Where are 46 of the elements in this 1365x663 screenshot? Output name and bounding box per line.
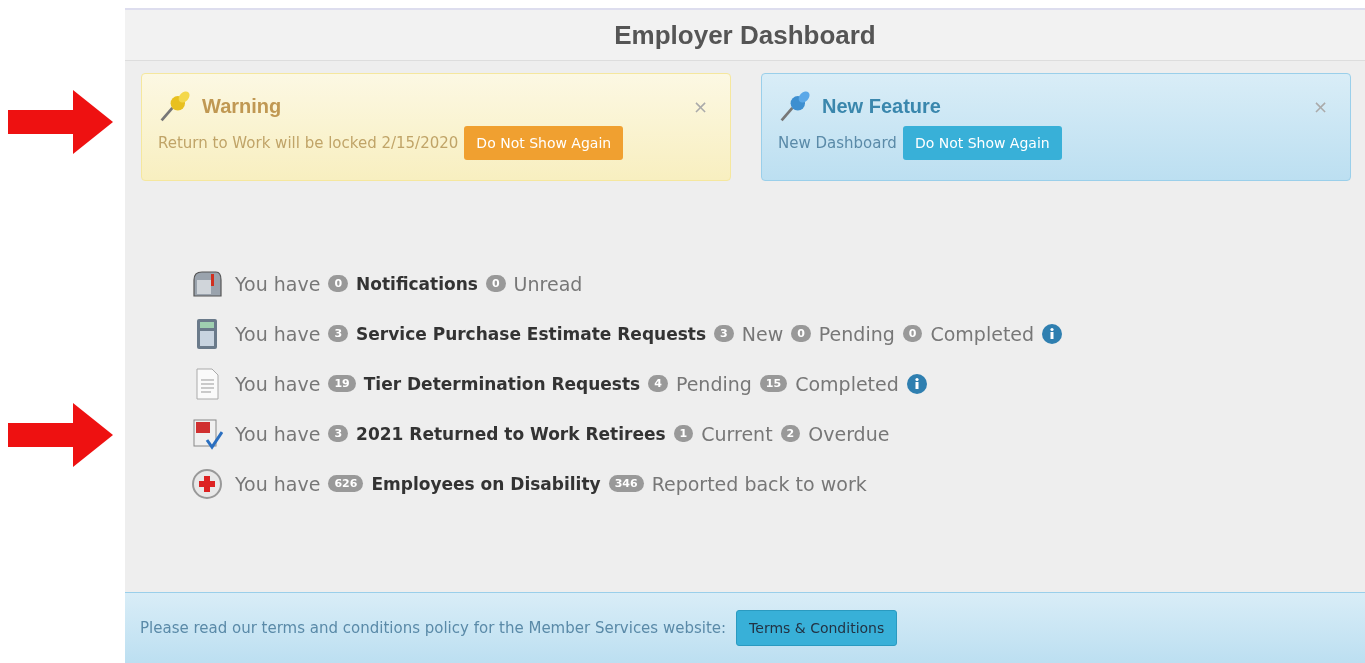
info-icon[interactable] (906, 373, 927, 394)
count-badge: 3 (328, 325, 349, 342)
arrow-icon (8, 90, 113, 154)
row-text: New (741, 322, 784, 345)
count-badge: 3 (714, 325, 734, 342)
row-text: Reported back to work (651, 472, 867, 495)
alert-message: New Dashboard (778, 134, 897, 152)
row-text: Completed (795, 372, 899, 395)
terms-button[interactable]: Terms & Conditions (736, 610, 898, 646)
calendar-icon (191, 417, 223, 450)
row-text: You have (235, 472, 321, 495)
row-text: Current (701, 422, 773, 445)
alert-title: New Feature (822, 94, 942, 118)
page-title: Employer Dashboard (614, 19, 876, 51)
alert-message: Return to Work will be locked 2/15/2020 (158, 134, 459, 152)
row-text: Pending (675, 372, 752, 395)
count-badge: 0 (328, 275, 349, 292)
row-link[interactable]: Service Purchase Estimate Requests (356, 323, 707, 344)
count-badge: 3 (328, 425, 349, 442)
row-text: You have (235, 272, 321, 295)
row-link[interactable]: 2021 Returned to Work Retirees (356, 423, 666, 444)
row-link[interactable]: Employees on Disability (371, 473, 601, 494)
count-badge: 1 (673, 425, 694, 442)
row-text: Pending (818, 322, 895, 345)
count-badge: 19 (328, 375, 356, 392)
medical-cross-icon (191, 467, 223, 500)
row-text: Unread (513, 272, 583, 295)
count-badge: 0 (485, 275, 506, 292)
count-badge: 15 (759, 375, 788, 392)
count-badge: 0 (902, 325, 923, 342)
count-badge: 2 (780, 425, 801, 442)
count-badge: 346 (608, 475, 644, 492)
row-text: You have (235, 322, 321, 345)
alert-title: Warning (202, 94, 283, 118)
arrow-icon (8, 403, 113, 467)
count-badge: 0 (791, 325, 811, 342)
row-link[interactable]: Notifications (356, 273, 478, 294)
row-text: Completed (930, 322, 1035, 345)
row-text: Overdue (808, 422, 890, 445)
row-text: You have (235, 422, 321, 445)
row-link[interactable]: Tier Determination Requests (363, 373, 641, 394)
count-badge: 4 (648, 375, 668, 392)
row-text: You have (235, 372, 321, 395)
footer-text: Please read our terms and conditions policy for the Member Services website: (140, 619, 727, 637)
count-badge: 626 (328, 475, 364, 492)
info-icon[interactable] (1042, 323, 1063, 344)
